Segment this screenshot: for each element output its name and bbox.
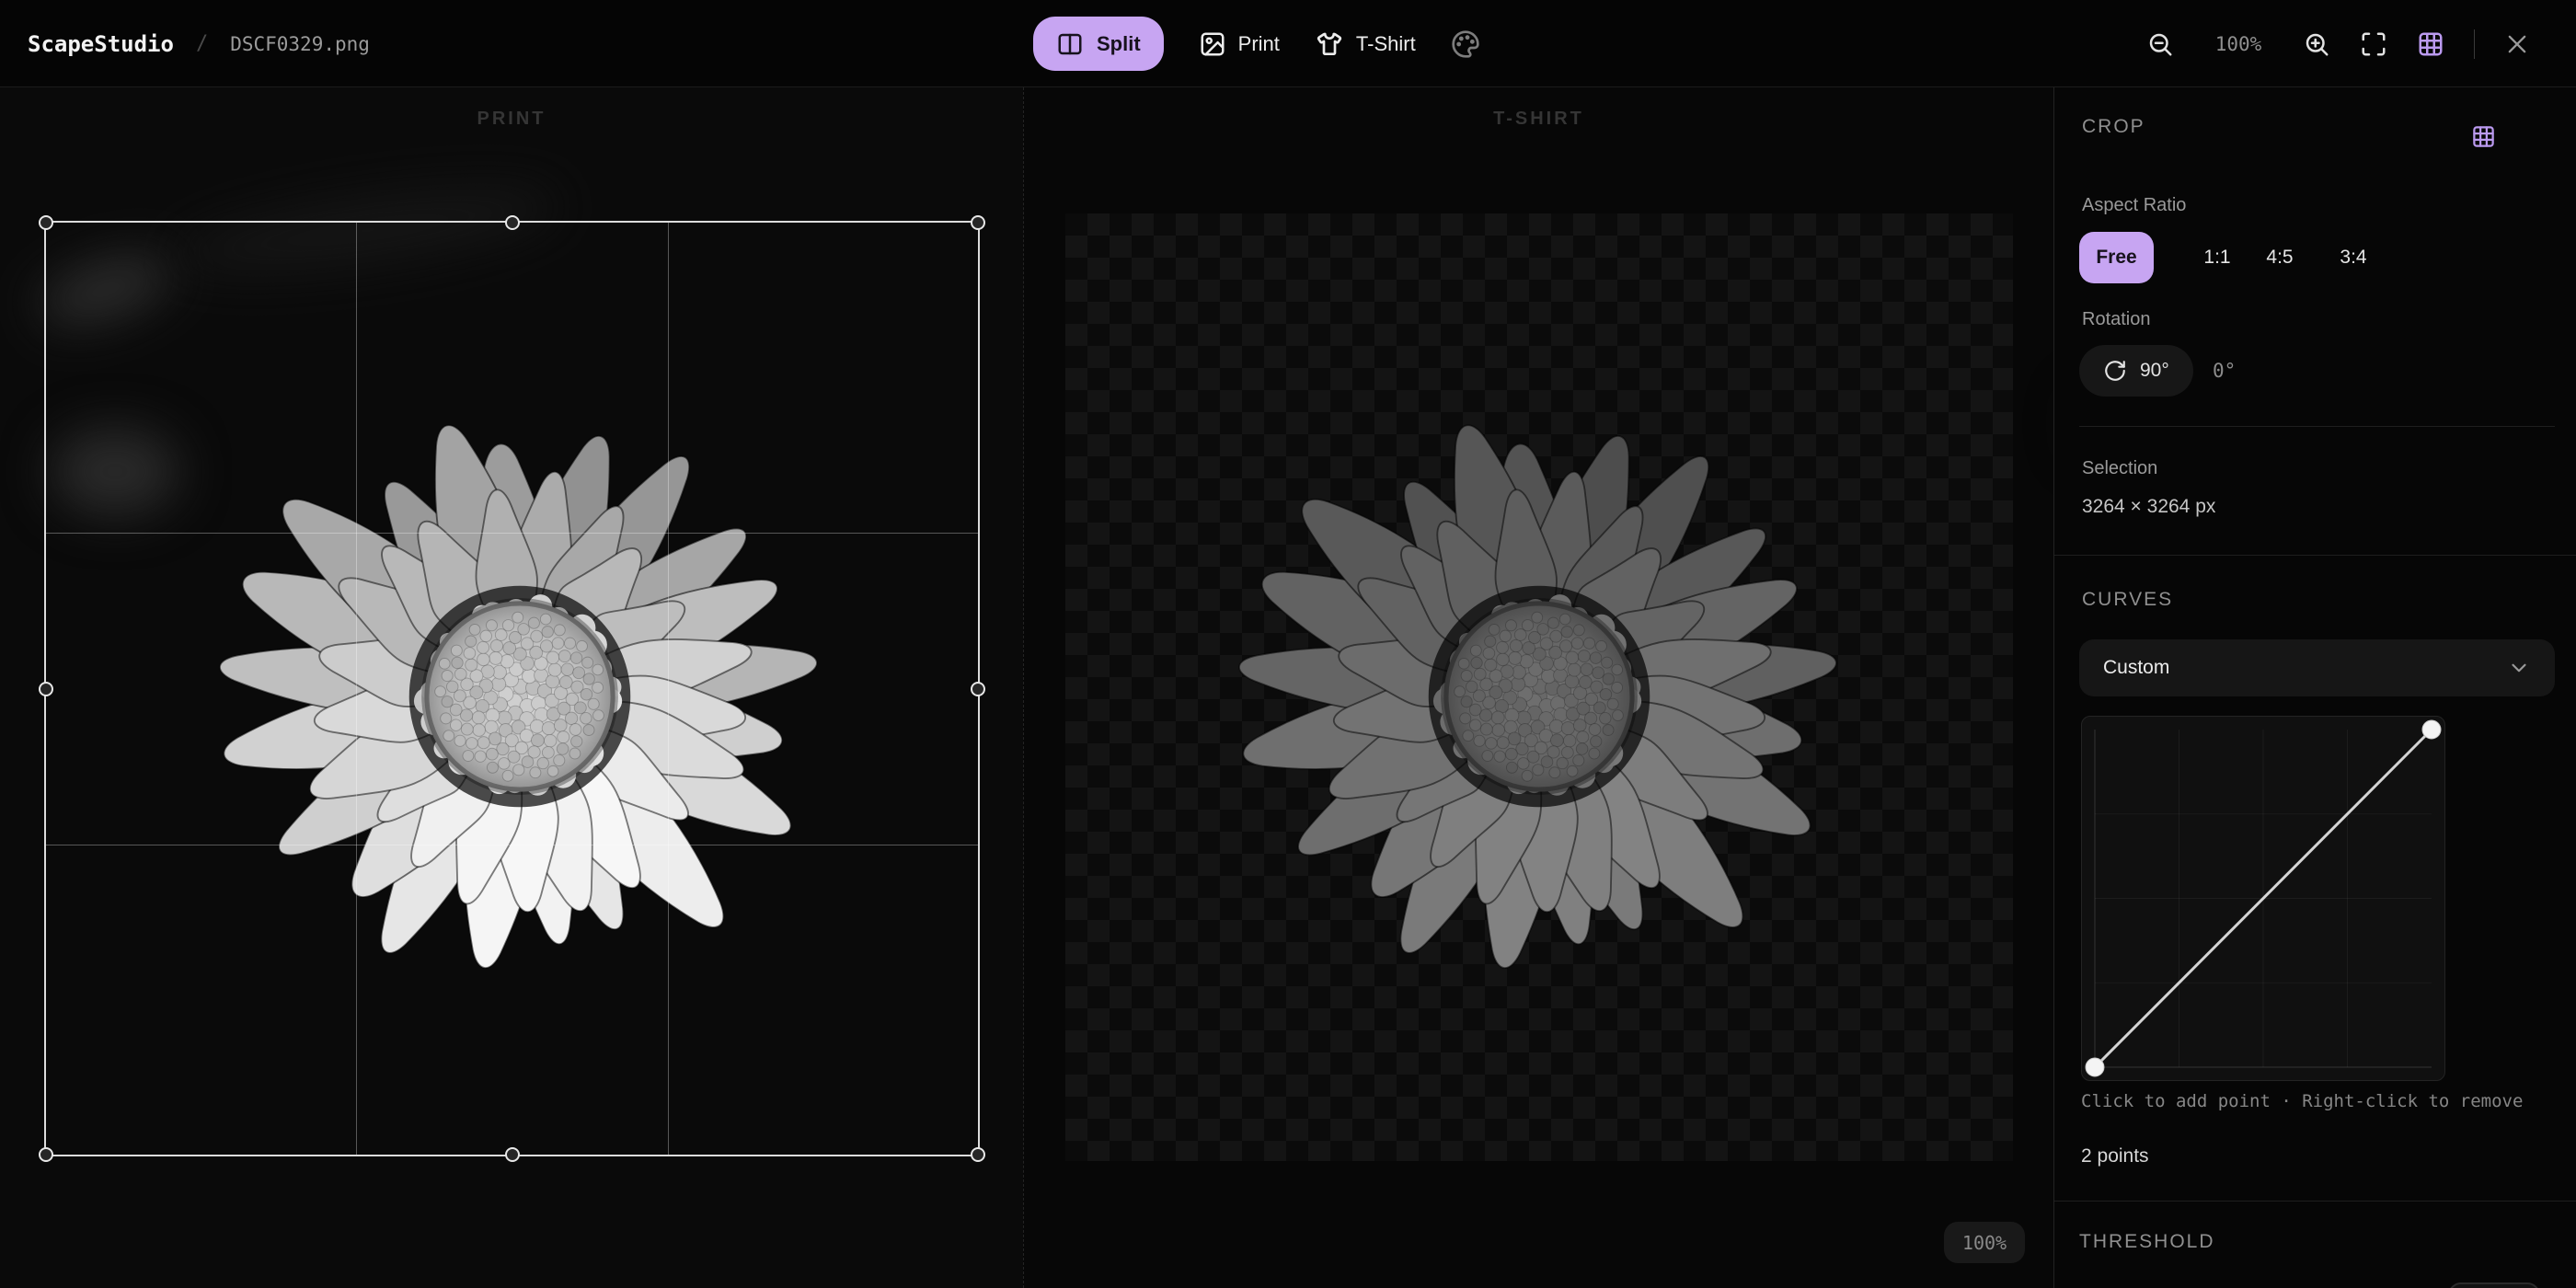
divider [2079, 426, 2555, 427]
thirds-grid-line [668, 223, 669, 1155]
panel-zoom-badge: 100% [1944, 1222, 2025, 1263]
tshirt-preview-panel: T-SHIRT 100% [1023, 87, 2053, 1288]
crop-grid-icon[interactable] [2471, 124, 2496, 149]
crop-handle-bottom-right[interactable] [971, 1147, 985, 1162]
toolbar-divider [2474, 29, 2475, 59]
split-columns-icon [1056, 30, 1084, 58]
breadcrumb-separator: / [196, 32, 208, 55]
curves-section-title: CURVES [2082, 589, 2173, 611]
thirds-grid-line [46, 533, 978, 534]
rotate-90-label: 90° [2140, 360, 2169, 382]
breadcrumb: ScapeStudio / DSCF0329.png [28, 0, 370, 87]
view-controls: 100% [2146, 0, 2530, 87]
rotation-label: Rotation [2082, 309, 2151, 330]
tshirt-icon [1315, 29, 1344, 59]
ratio-option-free[interactable]: Free [2079, 232, 2154, 283]
curves-preset-value: Custom [2103, 657, 2169, 679]
print-view-label: Print [1238, 32, 1280, 56]
file-name: DSCF0329.png [230, 33, 370, 55]
zoom-level: 100% [2203, 33, 2273, 55]
crop-handle-top[interactable] [505, 215, 520, 230]
ratio-option-4-5[interactable]: 4:5 [2248, 232, 2311, 283]
threshold-section-title: THRESHOLD [2079, 1231, 2215, 1253]
selection-dimensions: 3264 × 3264 px [2082, 496, 2215, 518]
split-view-button[interactable]: Split [1033, 17, 1164, 71]
tshirt-panel-label: T-SHIRT [1024, 109, 2053, 130]
crop-handle-top-right[interactable] [971, 215, 985, 230]
crop-handle-top-left[interactable] [39, 215, 53, 230]
print-preview-panel: PRINT [0, 87, 1023, 1288]
section-divider [2054, 1201, 2576, 1202]
aspect-ratio-label: Aspect Ratio [2082, 195, 2186, 216]
app-window: ScapeStudio / DSCF0329.png Split Print [0, 0, 2576, 1288]
section-divider [2054, 555, 2576, 556]
selection-label: Selection [2082, 458, 2157, 479]
fullscreen-icon[interactable] [2360, 30, 2387, 58]
rotate-90-button[interactable]: 90° [2079, 345, 2193, 397]
view-mode-toolbar: Split Print T-Shirt [1033, 0, 1480, 87]
curves-preset-dropdown[interactable]: Custom [2079, 639, 2555, 696]
image-icon [1199, 30, 1226, 58]
curves-hint: Click to add point · Right-click to remo… [2081, 1091, 2523, 1111]
crop-selection-box[interactable] [44, 221, 980, 1156]
grid-toggle-icon[interactable] [2417, 30, 2444, 58]
threshold-partial-button[interactable] [2448, 1282, 2540, 1288]
close-icon[interactable] [2504, 31, 2530, 57]
print-panel-label: PRINT [0, 109, 1023, 130]
right-sidebar: CROP Aspect Ratio Free 1:1 4:5 3:4 Rotat… [2053, 87, 2576, 1288]
zoom-out-icon[interactable] [2146, 30, 2174, 58]
palette-icon[interactable] [1451, 29, 1480, 59]
daisy-photo-dimmed [1199, 356, 1880, 1037]
zoom-in-icon[interactable] [2303, 30, 2330, 58]
chevron-down-icon [2507, 656, 2531, 680]
rotate-cw-icon [2103, 359, 2127, 383]
print-view-button[interactable]: Print [1199, 30, 1280, 58]
ratio-option-3-4[interactable]: 3:4 [2322, 232, 2385, 283]
crop-handle-right[interactable] [971, 682, 985, 696]
split-view-label: Split [1097, 32, 1141, 56]
thirds-grid-line [356, 223, 357, 1155]
app-logo: ScapeStudio [28, 31, 174, 57]
top-bar: ScapeStudio / DSCF0329.png Split Print [0, 0, 2576, 87]
tshirt-view-button[interactable]: T-Shirt [1315, 29, 1416, 59]
curves-editor[interactable] [2081, 716, 2445, 1081]
crop-handle-bottom-left[interactable] [39, 1147, 53, 1162]
crop-handle-left[interactable] [39, 682, 53, 696]
crop-section-title: CROP [2082, 116, 2145, 138]
crop-handle-bottom[interactable] [505, 1147, 520, 1162]
rotation-value: 0° [2213, 345, 2236, 397]
tshirt-view-label: T-Shirt [1356, 32, 1416, 56]
curves-point-count: 2 points [2081, 1145, 2149, 1167]
ratio-option-1-1[interactable]: 1:1 [2186, 232, 2248, 283]
